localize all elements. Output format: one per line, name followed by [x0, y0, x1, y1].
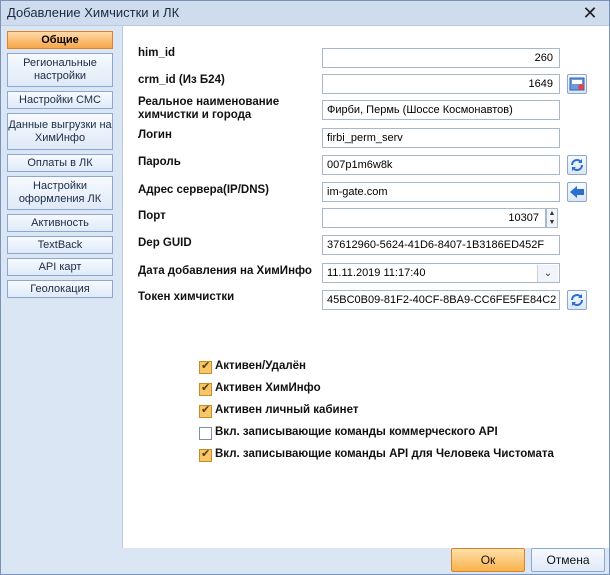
server-field[interactable]: im-gate.com [322, 182, 560, 202]
commercial-api-checkbox[interactable] [199, 427, 212, 440]
sidebar-item-sms[interactable]: Настройки СМС [7, 91, 113, 109]
cancel-button[interactable]: Отмена [531, 548, 605, 572]
active-deleted-checkbox[interactable] [199, 359, 212, 374]
commercial-api-label: Вкл. записывающие команды коммерческого … [215, 426, 498, 438]
date-added-field[interactable]: 11.11.2019 11:17:40 ⌄ [322, 263, 560, 283]
active-deleted-label: Активен/Удалён [215, 360, 306, 372]
him-id-label: him_id [138, 47, 176, 59]
regenerate-token-button[interactable] [567, 290, 587, 310]
dep-guid-label: Dep GUID [138, 237, 192, 249]
general-panel: him_id 260 crm_id (Из Б24) 1649 Реальное… [122, 26, 609, 548]
login-label: Логин [138, 129, 172, 141]
title-bar: Добавление Химчистки и ЛК ✕ [1, 1, 609, 26]
stepper-down-icon[interactable]: ▼ [547, 218, 557, 227]
crm-id-label: crm_id (Из Б24) [138, 74, 225, 86]
dialog-window: Добавление Химчистки и ЛК ✕ Общие Регион… [0, 0, 610, 575]
dialog-footer: Ок Отмена [2, 548, 608, 573]
sidebar-item-general[interactable]: Общие [7, 31, 113, 49]
sidebar-item-api-cards[interactable]: API карт [7, 258, 113, 276]
port-field[interactable]: 10307 [322, 208, 546, 228]
password-label: Пароль [138, 156, 181, 168]
sidebar-item-activity[interactable]: Активность [7, 214, 113, 232]
chistomat-api-checkbox[interactable] [199, 447, 212, 462]
sidebar-item-design[interactable]: Настройки оформления ЛК [7, 176, 113, 210]
close-button[interactable]: ✕ [577, 2, 603, 24]
chistomat-api-label: Вкл. записывающие команды API для Челове… [215, 448, 554, 460]
sidebar-item-textback[interactable]: TextBack [7, 236, 113, 254]
real-name-label: Реальное наименование химчистки и города [138, 96, 280, 121]
arrow-left-icon [570, 186, 584, 198]
crm-id-field[interactable]: 1649 [322, 74, 560, 94]
ok-button[interactable]: Ок [451, 548, 525, 572]
sidebar-item-regional[interactable]: Региональные настройки [7, 53, 113, 87]
date-added-value: 11.11.2019 11:17:40 [327, 267, 426, 279]
active-cabinet-label: Активен личный кабинет [215, 404, 359, 416]
generate-password-button[interactable] [567, 155, 587, 175]
dep-guid-field[interactable]: 37612960-5624-41D6-8407-1B3186ED452F [322, 235, 560, 255]
token-field[interactable]: 45BC0B09-81F2-40CF-8BA9-CC6FE5FE84C2 [322, 290, 560, 310]
sidebar-item-export[interactable]: Данные выгрузки на ХимИнфо [7, 113, 113, 150]
bitrix-icon [569, 77, 585, 91]
sidebar-item-geolocation[interactable]: Геолокация [7, 280, 113, 298]
stepper-up-icon[interactable]: ▲ [547, 209, 557, 218]
him-id-field[interactable]: 260 [322, 48, 560, 68]
active-himinfo-label: Активен ХимИнфо [215, 382, 321, 394]
chevron-down-icon[interactable]: ⌄ [537, 265, 558, 282]
active-cabinet-checkbox[interactable] [199, 403, 212, 418]
port-label: Порт [138, 210, 166, 222]
real-name-field[interactable]: Фирби, Пермь (Шоссе Космонавтов) [322, 100, 560, 120]
sidebar: Общие Региональные настройки Настройки С… [2, 26, 120, 548]
server-arrow-button[interactable] [567, 182, 587, 202]
server-label: Адрес сервера(IP/DNS) [138, 184, 270, 196]
date-added-label: Дата добавления на ХимИнфо [138, 265, 312, 277]
crm-lookup-button[interactable] [567, 74, 587, 94]
active-himinfo-checkbox[interactable] [199, 381, 212, 396]
window-title: Добавление Химчистки и ЛК [7, 5, 180, 20]
port-stepper[interactable]: ▲ ▼ [546, 208, 558, 228]
login-field[interactable]: firbi_perm_serv [322, 128, 560, 148]
token-label: Токен химчистки [138, 291, 235, 303]
sidebar-item-payments[interactable]: Оплаты в ЛК [7, 154, 113, 172]
password-field[interactable]: 007p1m6w8k [322, 155, 560, 175]
refresh-icon [571, 159, 583, 171]
refresh-icon [571, 294, 583, 306]
